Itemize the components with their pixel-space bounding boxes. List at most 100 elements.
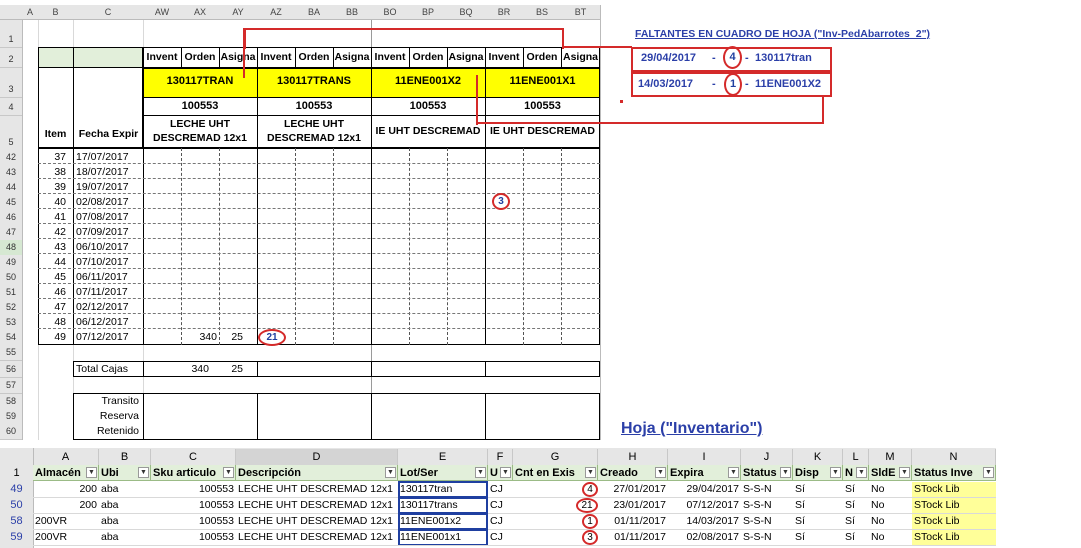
fecha-expira[interactable]: 06/10/2017 — [76, 240, 142, 255]
bottom-col-header[interactable]: B — [99, 449, 151, 465]
bottom-header-cell[interactable]: Creado ▼ — [598, 465, 668, 481]
bottom-header-cell[interactable]: Ubi ▼ — [99, 465, 151, 481]
row-header-54[interactable]: 54 — [0, 330, 22, 346]
fecha-expira[interactable]: 19/07/2017 — [76, 180, 142, 195]
bottom-cell-n[interactable]: Sí — [843, 482, 869, 497]
fecha-expira[interactable]: 07/10/2017 — [76, 255, 142, 270]
col-header-ax[interactable]: AX — [181, 5, 220, 20]
item-number[interactable]: 45 — [38, 270, 66, 285]
bottom-header-cell[interactable]: Cnt en Exis ▼ — [513, 465, 598, 481]
bottom-cell-sld[interactable]: No — [869, 482, 912, 497]
bottom-cell-expira[interactable]: 14/03/2017 — [668, 514, 741, 529]
filter-dropdown-icon[interactable]: ▼ — [856, 467, 867, 478]
col-header-bp[interactable]: BP — [409, 5, 448, 20]
bottom-header-cell[interactable]: Status ▼ — [741, 465, 793, 481]
row-header-49[interactable]: 49 — [0, 255, 22, 271]
col-header-aw[interactable]: AW — [143, 5, 182, 20]
bottom-cell-sld[interactable]: No — [869, 530, 912, 545]
fecha-expira[interactable]: 06/11/2017 — [76, 270, 142, 285]
bottom-cell-disp[interactable]: Sí — [793, 482, 843, 497]
row-header-55[interactable]: 55 — [0, 345, 22, 361]
bottom-col-header[interactable]: M — [869, 449, 912, 465]
bottom-cell-almacen[interactable]: 200VR — [33, 514, 99, 529]
bottom-row-header[interactable]: 50 — [0, 498, 33, 513]
fecha-expira[interactable]: 07/11/2017 — [76, 285, 142, 300]
bottom-header-cell[interactable]: SldE ▼ — [869, 465, 912, 481]
row-header-57[interactable]: 57 — [0, 378, 22, 394]
item-number[interactable]: 41 — [38, 210, 66, 225]
bottom-cell-desc[interactable]: LECHE UHT DESCREMAD 12x1 — [236, 514, 398, 529]
bottom-cell-u[interactable]: CJ — [488, 498, 513, 513]
bottom-cell-sld[interactable]: No — [869, 514, 912, 529]
row-header-42[interactable]: 42 — [0, 150, 22, 166]
row-header-50[interactable]: 50 — [0, 270, 22, 286]
bottom-cell-status[interactable]: S-S-N — [741, 482, 793, 497]
filter-dropdown-icon[interactable]: ▼ — [728, 467, 739, 478]
item-number[interactable]: 38 — [38, 165, 66, 180]
bottom-cell-disp[interactable]: Sí — [793, 530, 843, 545]
item-number[interactable]: 48 — [38, 315, 66, 330]
row-header-5[interactable]: 5 — [0, 135, 22, 151]
bottom-header-cell[interactable]: Descripción ▼ — [236, 465, 398, 481]
bottom-cell-sku[interactable]: 100553 — [151, 530, 236, 545]
filter-dropdown-icon[interactable]: ▼ — [983, 467, 994, 478]
bottom-cell-creado[interactable]: 23/01/2017 — [598, 498, 668, 513]
col-header-ay[interactable]: AY — [219, 5, 258, 20]
row-header-45[interactable]: 45 — [0, 195, 22, 211]
bottom-col-header[interactable]: F — [488, 449, 513, 465]
bottom-col-header[interactable]: D — [236, 449, 398, 465]
bottom-col-header[interactable]: A — [33, 449, 99, 465]
bottom-cell-cnt[interactable]: 1 — [513, 514, 598, 529]
row-header-58[interactable]: 58 — [0, 394, 22, 410]
bottom-col-header[interactable]: I — [668, 449, 741, 465]
filter-dropdown-icon[interactable]: ▼ — [138, 467, 149, 478]
bottom-header-cell[interactable]: Disp ▼ — [793, 465, 843, 481]
row-header-60[interactable]: 60 — [0, 424, 22, 440]
col-header-bt[interactable]: BT — [561, 5, 601, 20]
bottom-header-cell[interactable]: Lot/Ser ▼ — [398, 465, 488, 481]
bottom-cell-sku[interactable]: 100553 — [151, 498, 236, 513]
col-header-bo[interactable]: BO — [371, 5, 410, 20]
bottom-cell-desc[interactable]: LECHE UHT DESCREMAD 12x1 — [236, 530, 398, 545]
bottom-cell-desc[interactable]: LECHE UHT DESCREMAD 12x1 — [236, 482, 398, 497]
col-header-br[interactable]: BR — [485, 5, 524, 20]
item-number[interactable]: 44 — [38, 255, 66, 270]
row-header-2[interactable]: 2 — [0, 52, 22, 68]
bottom-col-header[interactable]: J — [741, 449, 793, 465]
bottom-cell-almacen[interactable]: 200 — [33, 498, 99, 513]
item-number[interactable]: 43 — [38, 240, 66, 255]
bottom-row-header-1[interactable]: 1 — [0, 466, 33, 481]
filter-dropdown-icon[interactable]: ▼ — [655, 467, 666, 478]
col-header-ba[interactable]: BA — [295, 5, 334, 20]
bottom-cell-desc[interactable]: LECHE UHT DESCREMAD 12x1 — [236, 498, 398, 513]
row-header-1[interactable]: 1 — [0, 32, 22, 48]
filter-dropdown-icon[interactable]: ▼ — [899, 467, 910, 478]
row-header-43[interactable]: 43 — [0, 165, 22, 181]
bottom-col-header[interactable]: K — [793, 449, 843, 465]
row-header-56[interactable]: 56 — [0, 362, 22, 378]
row-header-59[interactable]: 59 — [0, 409, 22, 425]
row-header-48[interactable]: 48 — [0, 240, 22, 256]
filter-dropdown-icon[interactable]: ▼ — [500, 467, 511, 478]
bottom-cell-almacen[interactable]: 200VR — [33, 530, 99, 545]
filter-dropdown-icon[interactable]: ▼ — [223, 467, 234, 478]
fecha-expira[interactable]: 17/07/2017 — [76, 150, 142, 165]
bottom-cell-status[interactable]: S-S-N — [741, 514, 793, 529]
bottom-col-header[interactable]: L — [843, 449, 869, 465]
bottom-cell-u[interactable]: CJ — [488, 530, 513, 545]
item-number[interactable]: 49 — [38, 330, 66, 345]
filter-dropdown-icon[interactable]: ▼ — [475, 467, 486, 478]
item-number[interactable]: 42 — [38, 225, 66, 240]
fecha-expira[interactable]: 02/12/2017 — [76, 300, 142, 315]
bottom-cell-sku[interactable]: 100553 — [151, 482, 236, 497]
col-header-bs[interactable]: BS — [523, 5, 562, 20]
bottom-col-header[interactable]: G — [513, 449, 598, 465]
row-header-51[interactable]: 51 — [0, 285, 22, 301]
bottom-cell-disp[interactable]: Sí — [793, 498, 843, 513]
fecha-expira[interactable]: 07/09/2017 — [76, 225, 142, 240]
fecha-expira[interactable]: 07/08/2017 — [76, 210, 142, 225]
bottom-cell-expira[interactable]: 07/12/2017 — [668, 498, 741, 513]
bottom-cell-almacen[interactable]: 200 — [33, 482, 99, 497]
bottom-cell-sld[interactable]: No — [869, 498, 912, 513]
bottom-cell-disp[interactable]: Sí — [793, 514, 843, 529]
